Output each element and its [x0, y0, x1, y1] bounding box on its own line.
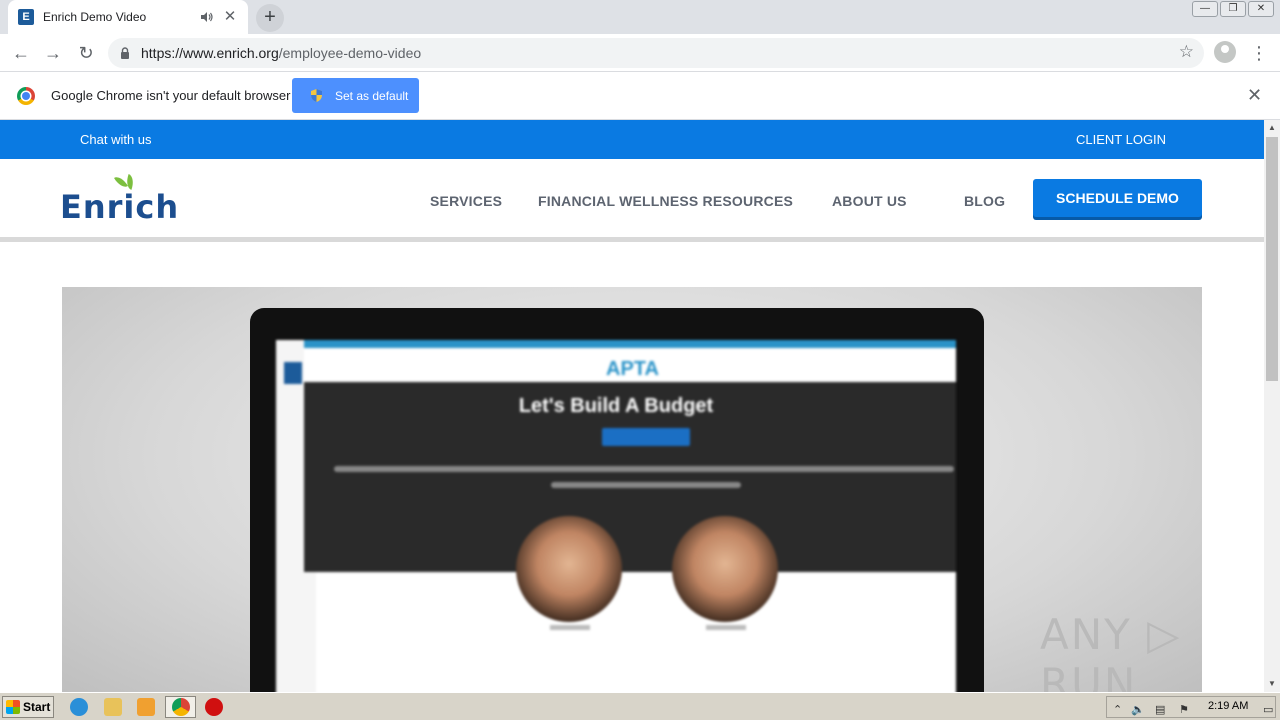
bookmark-star-icon[interactable]: ☆ — [1179, 42, 1194, 62]
enrich-logo[interactable]: Enrich — [60, 173, 178, 226]
chrome-icon — [172, 698, 190, 716]
url-host: https://www.enrich.org — [141, 45, 279, 61]
site-top-bar: Chat with us CLIENT LOGIN — [0, 120, 1264, 159]
menu-kebab-icon[interactable]: ⋮ — [1250, 41, 1268, 65]
scroll-down-icon[interactable]: ▼ — [1264, 676, 1280, 692]
scrollbar-thumb[interactable] — [1266, 137, 1278, 381]
start-button[interactable]: Start — [2, 696, 54, 718]
start-label: Start — [23, 700, 51, 714]
video-screen-text-line — [551, 482, 741, 488]
url-text: https://www.enrich.org/employee-demo-vid… — [141, 45, 421, 61]
nav-about-us[interactable]: ABOUT US — [832, 193, 907, 209]
site-navigation: Enrich SERVICES FINANCIAL WELLNESS RESOU… — [0, 159, 1264, 238]
set-as-default-label: Set as default — [335, 88, 409, 103]
uac-shield-icon — [311, 89, 322, 102]
video-screen: APTA Let's Build A Budget — [276, 340, 956, 692]
page-scrollbar[interactable]: ▲ ▼ — [1264, 120, 1280, 692]
profile-avatar-icon[interactable] — [1214, 41, 1236, 63]
taskbar-clock[interactable]: 2:19 AM — [1208, 700, 1248, 712]
windows-logo-icon — [6, 700, 20, 714]
stop-app-icon[interactable] — [205, 698, 223, 716]
minimize-button[interactable]: — — [1192, 1, 1218, 17]
scroll-up-icon[interactable]: ▲ — [1264, 120, 1280, 136]
video-person-label — [706, 625, 746, 630]
tab-title: Enrich Demo Video — [43, 10, 147, 24]
action-center-flag-icon[interactable]: ⚑ — [1179, 703, 1189, 716]
forward-arrow-icon[interactable]: → — [41, 41, 65, 65]
window-controls: — ❐ ✕ — [1192, 1, 1274, 17]
set-as-default-button[interactable]: Set as default — [292, 78, 419, 113]
video-screen-header — [304, 340, 956, 348]
schedule-demo-button[interactable]: SCHEDULE DEMO — [1033, 179, 1202, 217]
anyrun-watermark: ANY ▷ RUN — [1040, 610, 1182, 692]
tab-strip: E Enrich Demo Video ✕ + — ❐ ✕ — [0, 0, 1280, 34]
chrome-logo-icon — [17, 87, 35, 105]
browser-toolbar: ← → ↻ https://www.enrich.org/employee-de… — [0, 34, 1280, 72]
tab-close-icon[interactable]: ✕ — [222, 9, 238, 25]
new-tab-button[interactable]: + — [256, 4, 284, 32]
nav-financial-wellness-resources[interactable]: FINANCIAL WELLNESS RESOURCES — [538, 193, 793, 209]
video-monitor-frame: APTA Let's Build A Budget — [250, 308, 984, 692]
file-explorer-icon[interactable] — [104, 698, 122, 716]
video-screen-text-line — [334, 466, 954, 472]
back-arrow-icon[interactable]: ← — [9, 41, 33, 65]
demo-video-player[interactable]: APTA Let's Build A Budget — [62, 287, 1202, 692]
speaker-icon[interactable] — [200, 10, 214, 24]
media-player-icon[interactable] — [137, 698, 155, 716]
tray-expand-icon[interactable]: ⌃ — [1113, 703, 1122, 716]
video-screen-button — [602, 428, 690, 446]
network-icon[interactable]: ▤ — [1155, 703, 1165, 716]
close-window-button[interactable]: ✕ — [1248, 1, 1274, 17]
logo-text: Enrich — [60, 188, 180, 226]
chat-with-us-link[interactable]: Chat with us — [80, 132, 152, 147]
video-person-label — [550, 625, 590, 630]
screen-root: E Enrich Demo Video ✕ + — ❐ ✕ ← → ↻ http… — [0, 0, 1280, 720]
maximize-button[interactable]: ❐ — [1220, 1, 1246, 17]
nav-divider — [0, 237, 1264, 242]
page-viewport: Chat with us CLIENT LOGIN Enrich SERVICE… — [0, 120, 1264, 692]
internet-explorer-icon[interactable] — [70, 698, 88, 716]
video-screen-title: Let's Build A Budget — [518, 395, 714, 417]
client-login-link[interactable]: CLIENT LOGIN — [1076, 132, 1166, 147]
infobar-close-icon[interactable]: ✕ — [1247, 86, 1262, 104]
windows-taskbar: Start ⌃ 🔈 ▤ ⚑ ▭ 2:19 AM — [0, 692, 1280, 720]
chrome-taskbar-button[interactable] — [165, 696, 196, 718]
address-bar[interactable]: https://www.enrich.org/employee-demo-vid… — [108, 38, 1204, 68]
infobar-message: Google Chrome isn't your default browser — [51, 88, 291, 103]
lock-icon — [121, 47, 129, 59]
default-browser-infobar: Google Chrome isn't your default browser… — [0, 72, 1280, 120]
video-screen-brand: APTA — [606, 358, 659, 380]
browser-tab[interactable]: E Enrich Demo Video ✕ — [8, 0, 248, 34]
system-tray: ⌃ 🔈 ▤ ⚑ ▭ — [1106, 696, 1276, 718]
url-path: /employee-demo-video — [278, 45, 422, 61]
video-person-avatar — [516, 516, 622, 622]
nav-blog[interactable]: BLOG — [964, 193, 1005, 209]
show-desktop-icon[interactable]: ▭ — [1263, 703, 1273, 716]
favicon-icon: E — [18, 9, 34, 25]
nav-services[interactable]: SERVICES — [430, 193, 502, 209]
reload-icon[interactable]: ↻ — [74, 41, 98, 65]
video-person-avatar — [672, 516, 778, 622]
volume-icon[interactable]: 🔈 — [1131, 703, 1145, 716]
